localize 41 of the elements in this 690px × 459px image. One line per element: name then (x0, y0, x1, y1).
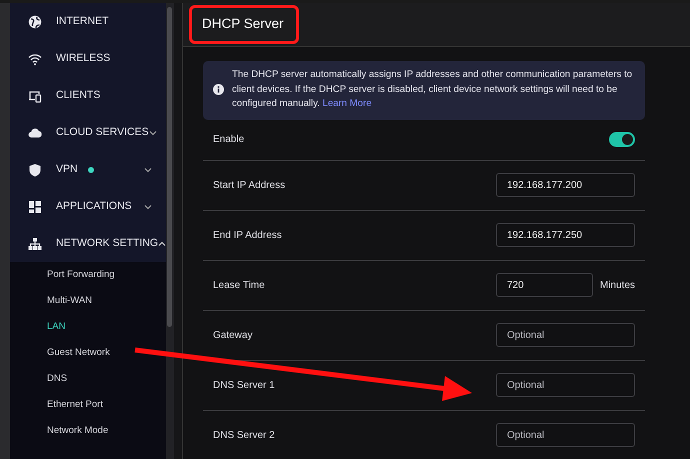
submenu-item[interactable]: Port Forwarding (10, 262, 166, 288)
wifi-icon (28, 52, 42, 66)
input-field[interactable]: 720 (496, 273, 593, 297)
scrollbar[interactable] (166, 3, 174, 459)
globe-icon (28, 14, 42, 28)
sidebar-item[interactable]: CLIENTS (10, 77, 166, 114)
info-icon (213, 84, 224, 96)
field-label: Enable (213, 133, 244, 147)
field-label: Lease Time (213, 278, 265, 292)
input-field[interactable]: 192.168.177.250 (496, 223, 635, 247)
submenu-item[interactable]: Multi-WAN (10, 288, 166, 314)
input-field[interactable]: Optional (496, 373, 635, 397)
sidebar-item[interactable]: WIRELESS (10, 40, 166, 77)
field-label: DNS Server 1 (213, 378, 275, 392)
learn-more-link[interactable]: Learn More (322, 98, 372, 109)
sidebar-item[interactable]: CLOUD SERVICES (10, 114, 166, 151)
input-field[interactable]: Optional (496, 423, 635, 447)
field-label: End IP Address (213, 228, 282, 242)
cloud-icon (28, 126, 42, 140)
field-label: Start IP Address (213, 178, 286, 192)
sidebar-item[interactable]: APPLICATIONS (10, 188, 166, 225)
sidebar-item[interactable]: INTERNET (10, 3, 166, 40)
submenu-item[interactable]: Network Mode (10, 418, 166, 444)
sidebar-item[interactable]: VPN (10, 151, 166, 188)
grid-icon (28, 200, 42, 214)
shield-icon (28, 162, 42, 176)
submenu-item[interactable]: Ethernet Port (10, 392, 166, 418)
network-icon (28, 236, 42, 250)
sidebar-item[interactable]: NETWORK SETTING (10, 225, 166, 262)
toggle-switch[interactable] (609, 132, 635, 147)
submenu-item[interactable]: Guest Network (10, 340, 166, 366)
submenu-item[interactable]: LAN (10, 314, 166, 340)
submenu-item[interactable]: DNS (10, 366, 166, 392)
field-label: DNS Server 2 (213, 428, 275, 442)
page-title: DHCP Server (189, 4, 299, 44)
devices-icon (28, 88, 42, 102)
input-field[interactable]: 192.168.177.200 (496, 173, 635, 197)
input-field[interactable]: Optional (496, 323, 635, 347)
field-label: Gateway (213, 328, 252, 342)
unit-label: Minutes (600, 278, 635, 292)
info-text: The DHCP server automatically assigns IP addresses and other communication parameters to client devices. If the DHCP server is disabled, client device network settings will need to be configured manually. Learn More (232, 68, 634, 111)
